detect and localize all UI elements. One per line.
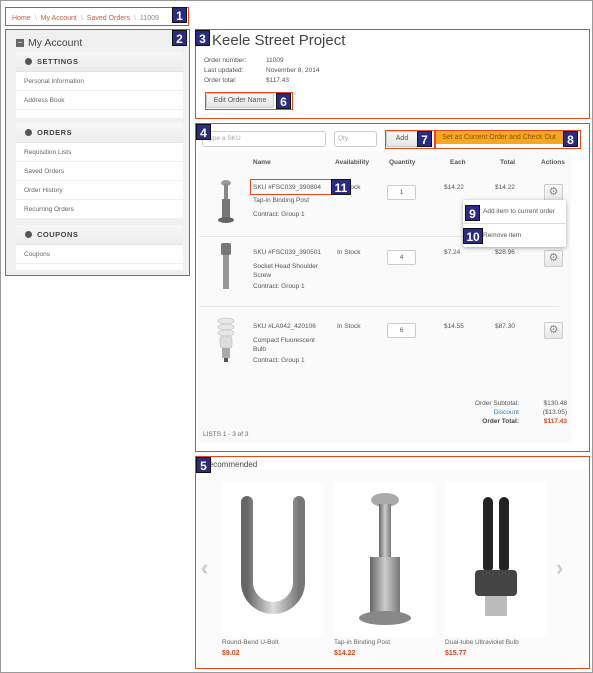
annotation-box-1 [5, 7, 189, 26]
annotation-badge-5: 5 [196, 457, 211, 473]
annotation-badge-9: 9 [465, 205, 480, 221]
annotation-box-3 [195, 29, 590, 119]
annotation-badge-8: 8 [563, 131, 578, 147]
annotation-badge-1: 1 [172, 7, 187, 23]
annotation-box-5 [195, 456, 590, 669]
annotation-box-4 [195, 123, 590, 452]
annotation-badge-10: 10 [463, 228, 483, 244]
annotation-badge-11: 11 [331, 179, 351, 195]
annotation-box-2 [5, 29, 190, 276]
annotation-badge-4: 4 [196, 124, 211, 140]
annotation-badge-2: 2 [172, 30, 187, 46]
annotation-badge-6: 6 [276, 93, 291, 109]
annotation-badge-7: 7 [417, 131, 432, 147]
annotation-badge-3: 3 [195, 30, 210, 46]
